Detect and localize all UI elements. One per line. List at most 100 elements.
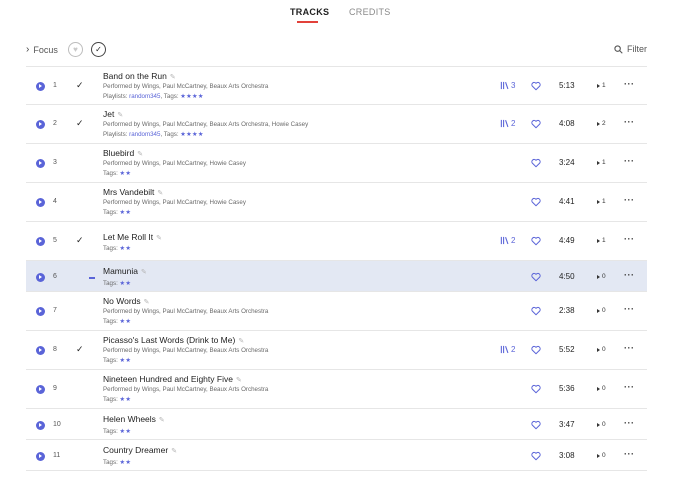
edit-icon[interactable]: ✎ [171,448,177,455]
heart-icon[interactable] [531,81,541,91]
track-title[interactable]: Helen Wheels ✎ [103,414,165,424]
track-row[interactable]: 4 Mrs Vandebilt ✎ Performed by Wings, Paul … [26,183,647,222]
edit-icon[interactable]: ✎ [117,112,123,119]
track-row[interactable]: 7 No Words ✎ Performed by Wings, Paul McCar… [26,292,647,331]
play-button[interactable] [36,120,45,129]
play-count[interactable]: 2 [597,120,606,127]
edit-icon[interactable]: ✎ [137,151,143,158]
filter-favorites-button[interactable]: ♥ [68,42,83,57]
more-options-icon[interactable]: ··· [624,234,635,244]
track-row[interactable]: 6 Mamunia ✎ Tags: ★★ 4:50 0 ··· [26,261,647,292]
more-options-icon[interactable]: ··· [624,270,635,280]
tag-stars[interactable]: ★★ [120,459,132,466]
heart-icon[interactable] [531,420,541,430]
edit-icon[interactable]: ✎ [238,338,244,345]
play-count[interactable]: 0 [597,385,606,392]
versions-button[interactable]: 2 [500,345,515,354]
heart-icon[interactable] [531,272,541,282]
play-button[interactable] [36,385,45,394]
tag-stars[interactable]: ★★★★ [180,131,203,138]
focus-toggle[interactable]: › Focus [26,44,58,55]
play-button[interactable] [36,273,45,282]
track-row[interactable]: 9 Nineteen Hundred and Eighty Five ✎ Perfor… [26,370,647,409]
versions-button[interactable]: 2 [500,119,515,128]
play-count[interactable]: 0 [597,346,606,353]
tag-stars[interactable]: ★★ [120,357,132,364]
track-title[interactable]: Nineteen Hundred and Eighty Five ✎ [103,374,242,384]
play-button[interactable] [36,82,45,91]
track-title[interactable]: Bluebird ✎ [103,148,143,158]
play-count[interactable]: 0 [597,307,606,314]
versions-button[interactable]: 2 [500,236,515,245]
tag-stars[interactable]: ★★★★ [180,93,203,100]
heart-icon[interactable] [531,236,541,246]
playlist-link[interactable]: random345 [129,131,160,138]
tag-stars[interactable]: ★★ [120,318,132,325]
track-title[interactable]: Jet ✎ [103,109,123,119]
heart-icon[interactable] [531,345,541,355]
more-options-icon[interactable]: ··· [624,195,635,205]
edit-icon[interactable]: ✎ [157,190,163,197]
versions-button[interactable]: 3 [500,81,515,90]
more-options-icon[interactable]: ··· [624,343,635,353]
track-row[interactable]: 10 Helen Wheels ✎ Tags: ★★ 3:47 0 ··· [26,409,647,440]
play-button[interactable] [36,452,45,461]
track-title[interactable]: Band on the Run ✎ [103,71,176,81]
more-options-icon[interactable]: ··· [624,117,635,127]
track-row[interactable]: 3 Bluebird ✎ Performed by Wings, Paul McCar… [26,144,647,183]
heart-icon[interactable] [531,158,541,168]
track-title[interactable]: Mamunia ✎ [103,266,147,276]
play-button[interactable] [36,346,45,355]
edit-icon[interactable]: ✎ [159,417,165,424]
play-count[interactable]: 0 [597,421,606,428]
track-title[interactable]: No Words ✎ [103,296,150,306]
filter-played-button[interactable]: ✓ [91,42,106,57]
track-title[interactable]: Let Me Roll It ✎ [103,232,162,242]
heart-icon[interactable] [531,451,541,461]
heart-icon[interactable] [531,306,541,316]
heart-icon[interactable] [531,384,541,394]
play-count[interactable]: 1 [597,237,606,244]
more-options-icon[interactable]: ··· [624,418,635,428]
tab-credits[interactable]: CREDITS [349,7,391,17]
edit-icon[interactable]: ✎ [236,377,242,384]
play-count[interactable]: 1 [597,198,606,205]
more-options-icon[interactable]: ··· [624,79,635,89]
play-button[interactable] [36,159,45,168]
play-count[interactable]: 0 [597,452,606,459]
tag-stars[interactable]: ★★ [120,280,132,287]
track-title[interactable]: Country Dreamer ✎ [103,445,177,455]
more-options-icon[interactable]: ··· [624,382,635,392]
track-row[interactable]: 8 ✓ Picasso's Last Words (Drink to Me) ✎ Per… [26,331,647,370]
edit-icon[interactable]: ✎ [170,74,176,81]
heart-icon[interactable] [531,197,541,207]
play-button[interactable] [36,307,45,316]
playlist-link[interactable]: random345 [129,93,160,100]
heart-icon[interactable] [531,119,541,129]
more-options-icon[interactable]: ··· [624,304,635,314]
more-options-icon[interactable]: ··· [624,449,635,459]
tag-stars[interactable]: ★★ [120,170,132,177]
track-row[interactable]: 11 Country Dreamer ✎ Tags: ★★ 3:08 0 ··· [26,440,647,471]
more-options-icon[interactable]: ··· [624,156,635,166]
edit-icon[interactable]: ✎ [144,299,150,306]
track-title[interactable]: Picasso's Last Words (Drink to Me) ✎ [103,335,244,345]
track-row[interactable]: 5 ✓ Let Me Roll It ✎ Tags: ★★ 2 4:49 1 ··· [26,222,647,261]
filter-button[interactable]: Filter [614,44,647,54]
track-title[interactable]: Mrs Vandebilt ✎ [103,187,163,197]
play-count[interactable]: 1 [597,159,606,166]
tag-stars[interactable]: ★★ [120,245,132,252]
play-button[interactable] [36,421,45,430]
track-row[interactable]: 1 ✓ Band on the Run ✎ Performed by Wings, Pa… [26,66,647,105]
tab-tracks[interactable]: TRACKS [290,7,329,17]
edit-icon[interactable]: ✎ [156,235,162,242]
tag-stars[interactable]: ★★ [120,428,132,435]
play-count[interactable]: 1 [597,82,606,89]
play-button[interactable] [36,237,45,246]
play-button[interactable] [36,198,45,207]
tag-stars[interactable]: ★★ [120,396,132,403]
track-row[interactable]: 2 ✓ Jet ✎ Performed by Wings, Paul McCartney… [26,105,647,144]
play-count[interactable]: 0 [597,273,606,280]
tag-stars[interactable]: ★★ [120,209,132,216]
edit-icon[interactable]: ✎ [141,269,147,276]
